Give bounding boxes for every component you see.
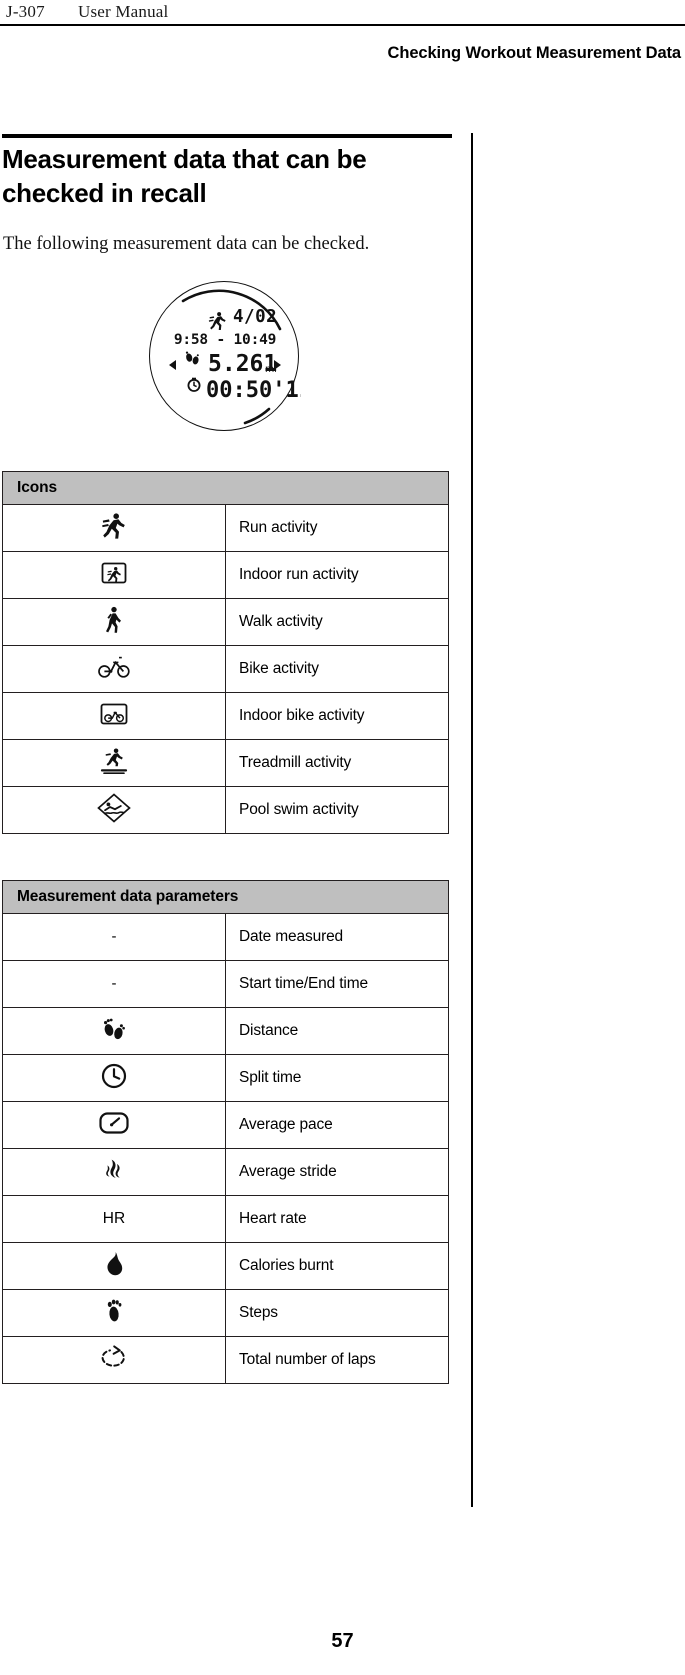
icons-table-header: Icons — [2, 471, 449, 505]
header-section-title: Checking Workout Measurement Data — [387, 44, 682, 62]
table-row: Total number of laps — [2, 1336, 449, 1384]
page-number: 57 — [331, 1630, 354, 1652]
icons-row-label: Bike activity — [225, 645, 449, 693]
table-row: Average pace — [2, 1101, 449, 1149]
params-row-label: Split time — [225, 1054, 449, 1102]
icons-row-label: Pool swim activity — [225, 786, 449, 834]
table-row: Walk activity — [2, 598, 449, 646]
split-time-icon — [2, 1054, 226, 1102]
clock-icon — [101, 1063, 127, 1089]
watch-time-range: 9:58 - 10:49 — [174, 332, 276, 348]
dash-text: - — [111, 975, 117, 992]
params-row-label: Average stride — [225, 1148, 449, 1196]
table-row: Run activity — [2, 504, 449, 552]
params-row-label: Average pace — [225, 1101, 449, 1149]
table-row: HR Heart rate — [2, 1195, 449, 1243]
intro-paragraph: The following measurement data can be ch… — [3, 234, 370, 254]
header-manual-label: User Manual — [78, 2, 169, 21]
laps-icon — [2, 1336, 226, 1384]
speedometer-icon — [99, 1111, 129, 1135]
icons-row-label: Treadmill activity — [225, 739, 449, 787]
lap-loop-icon — [100, 1344, 128, 1371]
run-activity-icon — [2, 504, 226, 552]
watch-duration: 00:50'11" — [206, 378, 301, 403]
watch-date: 4/02 — [233, 307, 277, 327]
distance-icon — [2, 1007, 226, 1055]
title-divider — [2, 134, 452, 138]
indoor-bike-activity-icon — [2, 692, 226, 740]
indoor-run-activity-icon — [2, 551, 226, 599]
measurement-parameters-table: Measurement data parameters - Date measu… — [2, 880, 449, 1384]
heart-rate-text: HR — [102, 1210, 126, 1227]
table-header-row: Measurement data parameters — [2, 880, 449, 914]
heart-rate-label: HR — [2, 1195, 226, 1243]
page-side-rule — [471, 133, 473, 1507]
average-stride-icon — [2, 1148, 226, 1196]
table-row: Treadmill activity — [2, 739, 449, 787]
right-arrow-icon — [274, 360, 281, 370]
icons-row-label: Indoor run activity — [225, 551, 449, 599]
dash-text: - — [111, 928, 117, 945]
icons-row-label: Indoor bike activity — [225, 692, 449, 740]
page-title: Measurement data that can be checked in … — [2, 144, 367, 208]
table-row: Indoor bike activity — [2, 692, 449, 740]
icons-row-label: Walk activity — [225, 598, 449, 646]
table-row: Bike activity — [2, 645, 449, 693]
params-row-label: Heart rate — [225, 1195, 449, 1243]
flame-icon — [103, 1251, 125, 1277]
dash-placeholder: - — [2, 913, 226, 961]
footprints-icon — [185, 351, 199, 365]
params-table-header: Measurement data parameters — [2, 880, 449, 914]
treadmill-activity-icon — [2, 739, 226, 787]
footprint-icon — [105, 1298, 123, 1324]
params-row-label: Date measured — [225, 913, 449, 961]
header-divider — [0, 24, 685, 26]
table-row: Steps — [2, 1289, 449, 1337]
watch-illustration: 4/02 9:58 - 10:49 5.261 mi 00:50'11" — [149, 281, 301, 433]
stride-icon — [102, 1158, 126, 1182]
watch-display: 4/02 9:58 - 10:49 5.261 mi 00:50'11" — [169, 289, 301, 425]
indoor-bike-icon — [99, 700, 129, 728]
params-row-label: Distance — [225, 1007, 449, 1055]
table-row: Split time — [2, 1054, 449, 1102]
steps-icon — [2, 1289, 226, 1337]
header-model: J-307 — [6, 2, 45, 21]
params-row-label: Calories burnt — [225, 1242, 449, 1290]
pool-swim-activity-icon — [2, 786, 226, 834]
table-row: Average stride — [2, 1148, 449, 1196]
average-pace-icon — [2, 1101, 226, 1149]
params-row-label: Total number of laps — [225, 1336, 449, 1384]
table-row: Calories burnt — [2, 1242, 449, 1290]
icons-table: Icons Run activity Indoor run activity W… — [2, 471, 449, 834]
pool-swim-icon — [97, 792, 131, 823]
table-row: Distance — [2, 1007, 449, 1055]
progress-arc-bottom — [243, 407, 271, 425]
run-icon — [102, 512, 126, 540]
table-header-row: Icons — [2, 471, 449, 505]
table-row: - Date measured — [2, 913, 449, 961]
table-row: - Start time/End time — [2, 960, 449, 1008]
footprints-icon — [102, 1017, 126, 1041]
left-arrow-icon — [169, 360, 176, 370]
params-row-label: Steps — [225, 1289, 449, 1337]
run-icon — [208, 312, 226, 331]
treadmill-icon — [99, 747, 129, 775]
dash-placeholder: - — [2, 960, 226, 1008]
icons-row-label: Run activity — [225, 504, 449, 552]
table-row: Pool swim activity — [2, 786, 449, 834]
walk-icon — [105, 606, 123, 634]
walk-activity-icon — [2, 598, 226, 646]
calories-icon — [2, 1242, 226, 1290]
bike-activity-icon — [2, 645, 226, 693]
params-row-label: Start time/End time — [225, 960, 449, 1008]
indoor-run-icon — [100, 559, 128, 587]
table-row: Indoor run activity — [2, 551, 449, 599]
document-header: J-307 User Manual — [0, 0, 685, 26]
stopwatch-icon — [187, 377, 201, 392]
bike-icon — [98, 655, 130, 679]
